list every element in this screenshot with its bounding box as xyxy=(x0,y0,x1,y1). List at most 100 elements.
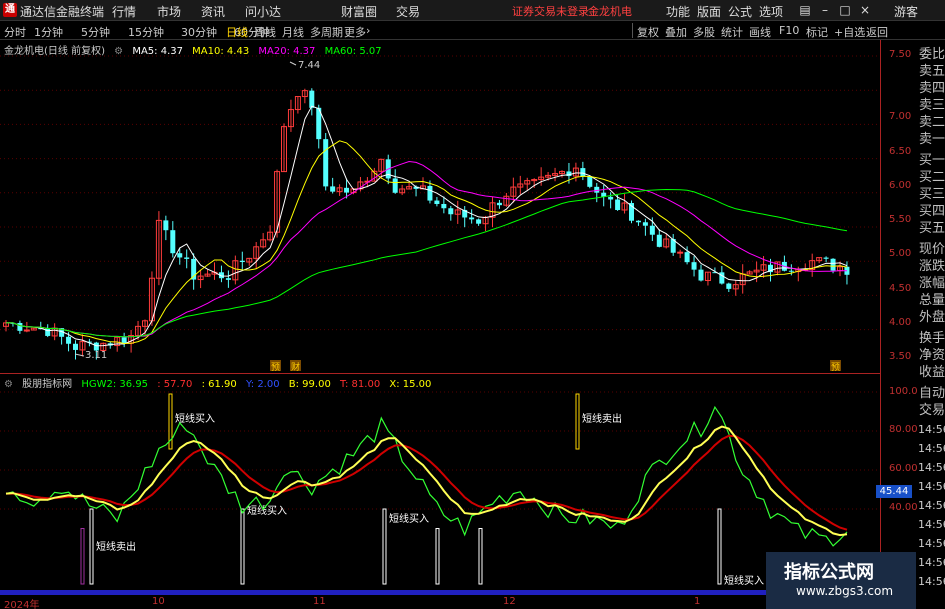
label-buy1: 买一 xyxy=(919,153,945,168)
candle-body xyxy=(656,234,662,247)
label-change-pct: 涨幅 xyxy=(919,276,945,291)
tab-1min[interactable]: 1分钟 xyxy=(34,24,63,40)
candle-body xyxy=(788,270,794,272)
menu-gongshi[interactable]: 公式 xyxy=(728,3,752,20)
price-axis: 7.50 7.00 6.50 6.00 5.50 5.00 4.50 4.00 … xyxy=(876,40,918,596)
maximize-icon[interactable]: □ xyxy=(837,2,853,18)
tick-time: 14:56 xyxy=(918,499,945,512)
tick-time: 14:56 xyxy=(918,480,945,493)
time-axis: 2024年 10 11 12 1 xyxy=(0,596,880,609)
candle-body xyxy=(392,178,398,193)
label-buy5: 买五 xyxy=(919,221,945,236)
tab-more[interactable]: 更多 xyxy=(344,24,366,40)
candle-body xyxy=(635,220,641,223)
tick-time-list: 14:56 14:56 14:56 14:56 14:56 14:56 14:5… xyxy=(918,420,945,600)
buy-signal-bar xyxy=(240,508,245,585)
menu-hangqing[interactable]: 行情 xyxy=(112,3,136,20)
tab-fenshi[interactable]: 分时 xyxy=(4,24,26,40)
candle-body xyxy=(441,203,447,209)
sell-signal-label: 短线卖出 xyxy=(582,412,622,425)
button-biaoji[interactable]: 标记 xyxy=(806,24,828,40)
login-notice[interactable]: 证券交易未登录 xyxy=(512,3,589,19)
button-huaxian[interactable]: 画线 xyxy=(749,24,771,40)
tab-monthly[interactable]: 月线 xyxy=(282,24,304,40)
indicator-tick: 100.0 xyxy=(889,386,918,397)
app-logo: 通 xyxy=(3,3,17,17)
label-sell5: 卖五 xyxy=(919,64,945,79)
minimize-icon[interactable]: – xyxy=(817,2,833,18)
tab-multi-period[interactable]: 多周期 xyxy=(310,24,343,40)
tick-time: 14:56 xyxy=(918,556,945,569)
buy-signal-bar xyxy=(89,508,94,585)
label-trade[interactable]: 交易 xyxy=(919,402,945,419)
time-label: 10 xyxy=(152,596,165,607)
ma10-line xyxy=(6,140,848,345)
indicator-chart[interactable]: 短线买入短线卖出短线买入短线买入短线卖出短线买入 xyxy=(0,374,880,596)
time-label: 11 xyxy=(313,596,326,607)
menu-xuanxiang[interactable]: 选项 xyxy=(759,3,783,20)
menu-caifuquan[interactable]: 财富圈 xyxy=(341,3,377,20)
button-back[interactable]: 返回 xyxy=(866,24,888,40)
tab-15min[interactable]: 15分钟 xyxy=(128,24,164,40)
user-guest[interactable]: 游客 xyxy=(894,3,918,20)
candle-body xyxy=(726,283,732,289)
ma60-value: MA60: 5.07 xyxy=(324,46,382,57)
menu-zixun[interactable]: 资讯 xyxy=(201,3,225,20)
candle-body xyxy=(698,269,704,281)
indicator-tick: 40.00 xyxy=(889,502,918,513)
candle-body xyxy=(239,260,245,263)
ma60-line xyxy=(6,188,848,338)
tick-time: 14:56 xyxy=(918,575,945,588)
menu-jiaoyi[interactable]: 交易 xyxy=(396,3,420,20)
button-add-favorite[interactable]: +自选 xyxy=(834,24,865,40)
price-grid xyxy=(0,55,880,331)
indicator-title: 股朋指标网 xyxy=(22,379,73,390)
buy-signal-bar xyxy=(717,508,722,585)
candle-body xyxy=(184,257,190,259)
high-price-pointer xyxy=(289,61,297,66)
tab-5min[interactable]: 5分钟 xyxy=(81,24,110,40)
button-fuquan[interactable]: 复权 xyxy=(637,24,659,40)
moving-average-lines xyxy=(6,105,848,347)
candle-body xyxy=(830,258,836,271)
menu-banmian[interactable]: 版面 xyxy=(697,3,721,20)
signal-bar xyxy=(80,528,85,585)
button-diejia[interactable]: 叠加 xyxy=(665,24,687,40)
settings-icon-2[interactable]: ⚙ xyxy=(4,379,13,390)
label-price: 现价 xyxy=(919,242,945,257)
menu-gongneng[interactable]: 功能 xyxy=(666,3,690,20)
time-label: 1 xyxy=(694,596,701,607)
candlesticks xyxy=(3,88,850,360)
candle-body xyxy=(677,251,684,254)
indicator-info-line: ⚙ 股朋指标网 HGW2: 36.95 : 57.70 : 61.90 Y: 2… xyxy=(4,375,437,390)
tab-30min[interactable]: 30分钟 xyxy=(181,24,217,40)
button-f10[interactable]: F10 xyxy=(779,24,799,37)
watermark-url: www.zbgs3.com xyxy=(796,584,894,598)
button-duogu[interactable]: 多股 xyxy=(693,24,715,40)
price-chart[interactable]: 7.443.11预财预 xyxy=(0,40,880,373)
settings-icon[interactable]: ⚙ xyxy=(114,46,123,57)
menu-shichang[interactable]: 市场 xyxy=(157,3,181,20)
buy-signal-label: 短线买入 xyxy=(389,512,429,525)
b-value: B: 99.00 xyxy=(288,379,331,390)
candle-body xyxy=(587,176,593,187)
tab-daily[interactable]: 日线 xyxy=(226,24,248,40)
current-stock-name: 金龙机电 xyxy=(588,5,632,18)
chevron-right-icon[interactable]: › xyxy=(366,24,370,37)
candle-body xyxy=(823,257,829,259)
label-sell4: 卖四 xyxy=(919,81,945,96)
indicator-tick: 80.00 xyxy=(889,424,918,435)
tab-weekly[interactable]: 周线 xyxy=(254,24,276,40)
label-auto[interactable]: 自动 xyxy=(919,385,945,402)
price-tick: 3.50 xyxy=(889,351,912,362)
buy-signal-label: 短线卖出 xyxy=(96,540,136,553)
window-menu-icon[interactable]: ▤ xyxy=(797,2,813,18)
candle-body xyxy=(309,90,315,108)
candle-body xyxy=(323,139,329,187)
button-tongji[interactable]: 统计 xyxy=(721,24,743,40)
buy-signal-label: 短线买入 xyxy=(724,574,764,587)
candle-body xyxy=(45,328,51,336)
close-icon[interactable]: × xyxy=(857,2,873,18)
price-tick: 5.00 xyxy=(889,248,912,259)
menu-wenxiaoda[interactable]: 问小达 xyxy=(245,3,281,20)
